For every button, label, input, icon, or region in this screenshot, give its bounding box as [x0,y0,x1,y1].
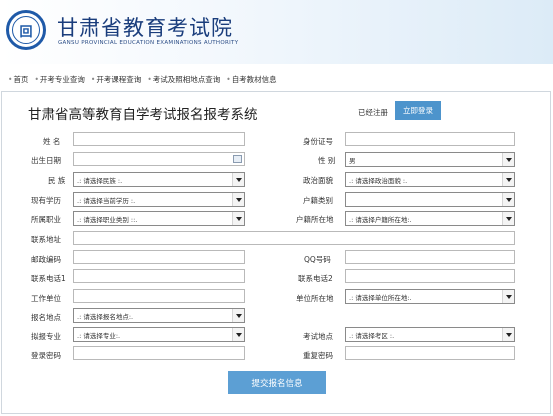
qq-label: QQ号码 [304,255,331,264]
bullet-icon: • [90,75,96,84]
site-title: 甘肃省教育考试院 [57,16,233,40]
ethnicity-value: .: 请选择民族 :. [77,176,123,185]
gender-label: 性 别 [318,156,336,165]
phone1-input[interactable] [73,269,245,283]
id-number-input[interactable] [345,132,515,146]
exam-site-label: 考试地点 [303,332,333,341]
registration-site-select[interactable]: .: 请选择报名地点:. [73,308,245,323]
logo-mark: 回 [12,16,40,44]
top-nav: •首页 •开考专业查询 •开考课程查询 •考试及照相地点查询 •自考教材信息 [8,74,283,85]
postcode-input[interactable] [73,250,245,264]
nav-item-textbooks[interactable]: •自考教材信息 [226,74,276,85]
password-confirm-input[interactable] [345,346,515,360]
occupation-select[interactable]: .: 请选择职业类别 ::. [73,211,245,226]
password-label: 登录密码 [31,351,61,360]
birth-date-label: 出生日期 [31,156,61,165]
nav-item-label: 开考专业查询 [39,75,85,84]
chevron-down-icon [502,173,514,186]
bullet-icon: • [8,75,13,84]
occupation-value: .: 请选择职业类别 ::. [77,215,138,224]
work-unit-input[interactable] [73,289,245,303]
address-input[interactable] [73,231,515,245]
logo-icon: 回 [6,10,46,50]
phone1-label: 联系电话1 [31,274,66,283]
submit-button[interactable]: 提交报名信息 [228,371,326,394]
name-label: 姓 名 [43,137,61,146]
chevron-down-icon [232,193,244,206]
phone2-label: 联系电话2 [298,274,333,283]
bullet-icon: • [34,75,39,84]
nav-item-label: 自考教材信息 [231,75,277,84]
login-button[interactable]: 立即登录 [395,101,441,120]
chevron-down-icon [502,212,514,225]
household-location-select[interactable]: .: 请选择户籍所在地:. [345,211,515,226]
address-label: 联系地址 [31,235,61,244]
nav-item-exam-sites[interactable]: •考试及照相地点查询 [147,74,220,85]
registration-site-label: 报名地点 [31,313,61,322]
unit-location-label: 单位所在地 [296,294,334,303]
nav-item-majors[interactable]: •开考专业查询 [34,74,84,85]
nav-item-label: 首页 [13,75,29,84]
password-confirm-label: 重复密码 [303,351,333,360]
ethnicity-select[interactable]: .: 请选择民族 :. [73,172,245,187]
nav-item-label: 开考课程查询 [96,75,142,84]
bullet-icon: • [147,75,152,84]
nav-item-home[interactable]: •首页 [8,74,28,85]
gender-select[interactable]: 男 [345,152,515,167]
household-type-select[interactable] [345,192,515,207]
chevron-down-icon [232,212,244,225]
chevron-down-icon [232,328,244,341]
chevron-down-icon [502,153,514,166]
unit-location-value: .: 请选择单位所在地:. [349,293,412,302]
registration-site-value: .: 请选择报名地点:. [77,312,134,321]
postcode-label: 邮政编码 [31,255,61,264]
unit-location-select[interactable]: .: 请选择单位所在地:. [345,289,515,304]
nav-item-courses[interactable]: •开考课程查询 [91,74,141,85]
major-value: .: 请选择专业:. [77,331,121,340]
form-title: 甘肃省高等教育自学考试报名报考系统 [28,107,258,123]
ethnicity-label: 民 族 [48,176,66,185]
calendar-icon[interactable] [233,155,242,163]
education-label: 现有学历 [31,196,61,205]
name-input[interactable] [73,132,245,146]
education-select[interactable]: .: 请选择当前学历 :. [73,192,245,207]
chevron-down-icon [502,328,514,341]
political-status-label: 政治面貌 [303,176,333,185]
work-unit-label: 工作单位 [31,294,61,303]
password-input[interactable] [73,346,245,360]
bullet-icon: • [226,75,231,84]
education-value: .: 请选择当前学历 :. [77,196,136,205]
chevron-down-icon [232,309,244,322]
household-location-label: 户籍所在地 [296,215,334,224]
gender-value: 男 [349,156,356,165]
exam-site-value: .: 请选择考区 :. [349,331,395,340]
household-type-label: 户籍类别 [303,196,333,205]
id-number-label: 身份证号 [303,137,333,146]
political-status-value: .: 请选择政治面貌 :. [349,176,408,185]
site-header: 回 甘肃省教育考试院 GANSU PROVINCIAL EDUCATION EX… [0,0,553,64]
major-select[interactable]: .: 请选择专业:. [73,327,245,342]
major-label: 拟报专业 [31,332,61,341]
exam-site-select[interactable]: .: 请选择考区 :. [345,327,515,342]
birth-date-input[interactable] [73,152,245,166]
chevron-down-icon [232,173,244,186]
household-location-value: .: 请选择户籍所在地:. [349,215,412,224]
registered-text: 已经注册 [358,108,388,117]
chevron-down-icon [502,193,514,206]
phone2-input[interactable] [345,269,515,283]
qq-input[interactable] [345,250,515,264]
site-subtitle: GANSU PROVINCIAL EDUCATION EXAMINATIONS … [58,40,239,46]
political-status-select[interactable]: .: 请选择政治面貌 :. [345,172,515,187]
nav-item-label: 考试及照相地点查询 [152,75,221,84]
chevron-down-icon [502,290,514,303]
occupation-label: 所属职业 [31,215,61,224]
